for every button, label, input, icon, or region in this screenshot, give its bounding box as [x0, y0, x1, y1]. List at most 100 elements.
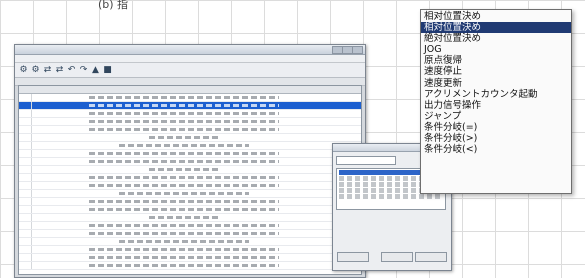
row-text — [89, 96, 279, 99]
menu-item-absolute-positioning[interactable]: 絶対位置決め — [421, 33, 571, 44]
row-number — [21, 182, 32, 189]
row-number — [21, 110, 32, 117]
row-number — [21, 158, 32, 165]
row-text — [89, 128, 279, 131]
table-row[interactable] — [19, 182, 361, 190]
menu-item-output-signal[interactable]: 出力信号操作 — [421, 100, 571, 111]
table-row[interactable] — [19, 262, 361, 270]
command-context-menu: 相对位置決め 相対位置決め 絶対位置決め JOG 原点復帰 速度停止 速度更新 … — [420, 9, 572, 194]
row-number — [21, 238, 32, 245]
robot-icon[interactable]: ⚙ — [31, 65, 40, 75]
row-number — [21, 214, 32, 221]
row-text — [119, 144, 249, 147]
row-number — [21, 262, 32, 269]
table-row[interactable] — [19, 126, 361, 134]
table-row[interactable] — [19, 110, 361, 118]
row-text — [149, 168, 219, 171]
figure-caption: (b) 指 — [98, 0, 129, 11]
stop-icon[interactable]: ■ — [103, 65, 112, 75]
row-number — [21, 118, 32, 125]
dialog-ok-button[interactable] — [381, 252, 413, 262]
robot-icon[interactable]: ⚙ — [19, 65, 28, 75]
row-number — [21, 94, 32, 101]
row-number — [21, 142, 32, 149]
table-row[interactable] — [19, 246, 361, 254]
table-row-selected[interactable] — [19, 102, 361, 110]
parameter-row[interactable] — [339, 194, 443, 199]
table-header — [19, 86, 361, 94]
row-text — [89, 112, 279, 115]
table-row[interactable] — [19, 254, 361, 262]
table-row[interactable] — [19, 230, 361, 238]
undo-icon[interactable]: ↶ — [67, 65, 76, 75]
row-text — [89, 200, 279, 203]
row-text — [89, 224, 279, 227]
row-number — [21, 174, 32, 181]
move-icon[interactable]: ⇄ — [55, 65, 64, 75]
menu-item-counter-start[interactable]: アクリメントカウンタ起動 — [421, 89, 571, 100]
table-row[interactable] — [19, 150, 361, 158]
table-row[interactable] — [19, 214, 361, 222]
table-row[interactable] — [19, 158, 361, 166]
table-row[interactable] — [19, 190, 361, 198]
command-type-select[interactable] — [336, 156, 396, 165]
table-row[interactable] — [19, 94, 361, 102]
table-row[interactable] — [19, 206, 361, 214]
row-text — [149, 136, 219, 139]
row-text — [89, 208, 279, 211]
row-text — [89, 120, 279, 123]
row-text — [89, 264, 279, 267]
close-button[interactable] — [352, 46, 363, 54]
table-row[interactable] — [19, 142, 361, 150]
row-number — [21, 246, 32, 253]
program-editor-window: ⚙ ⚙ ⇄ ⇄ ↶ ↷ ▲ ■ — [14, 44, 366, 278]
row-text — [119, 240, 249, 243]
row-text — [89, 256, 279, 259]
row-number — [21, 230, 32, 237]
row-text — [89, 248, 279, 251]
table-row[interactable] — [19, 238, 361, 246]
redo-icon[interactable]: ↷ — [79, 65, 88, 75]
row-text — [149, 216, 219, 219]
table-row[interactable] — [19, 174, 361, 182]
menu-item-relative-positioning-alt[interactable]: 相对位置決め — [421, 11, 571, 22]
menu-item-speed-stop[interactable]: 速度停止 — [421, 66, 571, 77]
table-row[interactable] — [19, 166, 361, 174]
menu-item-branch-less[interactable]: 条件分岐(<) — [421, 144, 571, 155]
menu-bar[interactable] — [15, 55, 365, 63]
row-number — [21, 150, 32, 157]
row-text — [89, 176, 279, 179]
row-number — [21, 222, 32, 229]
menu-item-jump[interactable]: ジャンプ — [421, 111, 571, 122]
table-row[interactable] — [19, 118, 361, 126]
row-text — [89, 160, 279, 163]
title-bar — [15, 45, 365, 55]
row-number — [21, 102, 32, 109]
row-text — [89, 152, 279, 155]
menu-item-branch-greater[interactable]: 条件分岐(>) — [421, 133, 571, 144]
row-number — [21, 134, 32, 141]
menu-item-relative-positioning[interactable]: 相対位置決め — [421, 22, 571, 34]
menu-item-speed-update[interactable]: 速度更新 — [421, 78, 571, 89]
table-row[interactable] — [19, 134, 361, 142]
run-icon[interactable]: ▲ — [91, 65, 100, 75]
row-number — [21, 198, 32, 205]
row-text — [119, 192, 249, 195]
table-row[interactable] — [19, 222, 361, 230]
dialog-cancel-button[interactable] — [415, 252, 447, 262]
toolbar: ⚙ ⚙ ⇄ ⇄ ↶ ↷ ▲ ■ — [15, 63, 365, 78]
menu-item-branch-equal[interactable]: 条件分岐(=) — [421, 122, 571, 133]
menu-item-jog[interactable]: JOG — [421, 44, 571, 55]
move-icon[interactable]: ⇄ — [43, 65, 52, 75]
row-number — [21, 166, 32, 173]
row-text — [89, 184, 279, 187]
program-step-table[interactable] — [18, 85, 362, 275]
row-text — [89, 232, 279, 235]
dialog-left-button[interactable] — [337, 252, 369, 262]
row-number — [21, 190, 32, 197]
menu-item-home-return[interactable]: 原点復帰 — [421, 55, 571, 66]
row-number — [21, 126, 32, 133]
row-number — [21, 254, 32, 261]
row-number — [21, 206, 32, 213]
table-row[interactable] — [19, 198, 361, 206]
